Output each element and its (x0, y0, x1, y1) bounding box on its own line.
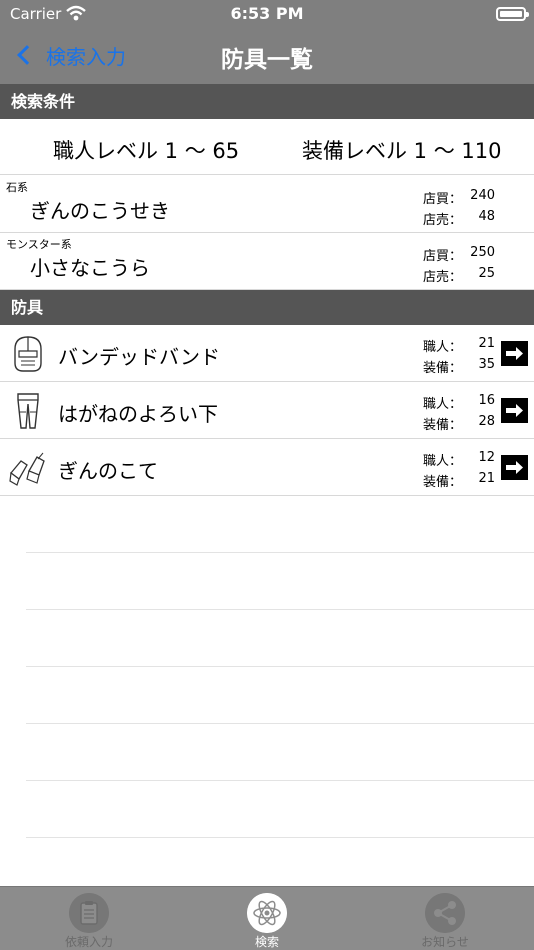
empty-row-separator (26, 837, 534, 838)
empty-row-separator (26, 609, 534, 610)
material-row[interactable]: 石系 ぎんのこうせき 店買： 240 店売： 48 (0, 176, 534, 233)
gauntlet-icon (9, 452, 45, 486)
empty-row-separator (26, 666, 534, 667)
empty-row-separator (26, 723, 534, 724)
top-bar: Carrier 6:53 PM 検索入力 防具一覧 (0, 0, 534, 84)
tab-bar: 依頼入力 検索 お知らせ (0, 886, 534, 950)
leg-armor-icon (17, 393, 39, 429)
tab-label: お知らせ (421, 935, 469, 949)
tab-search[interactable]: 検索 (178, 887, 356, 950)
material-category: モンスター系 (6, 238, 72, 251)
empty-row-separator (26, 552, 534, 553)
empty-row-separator (26, 780, 534, 781)
armor-row[interactable]: はがねのよろい下 職人： 16 装備： 28 (0, 382, 534, 439)
page-title: 防具一覧 (221, 47, 313, 73)
status-bar: Carrier 6:53 PM (0, 0, 534, 28)
search-section-header: 検索条件 (0, 84, 534, 119)
share-icon (425, 893, 465, 933)
tab-label: 依頼入力 (64, 935, 113, 949)
armor-name: ぎんのこて (58, 459, 158, 483)
material-name: 小さなこうら (30, 256, 150, 280)
material-row[interactable]: モンスター系 小さなこうら 店買： 250 店売： 25 (0, 233, 534, 290)
arrow-right-icon[interactable] (501, 341, 528, 366)
armor-row[interactable]: ぎんのこて 職人： 12 装備： 21 (0, 439, 534, 496)
craft-level-range: 職人レベル 1 〜 65 (53, 139, 240, 163)
arrow-right-icon[interactable] (501, 455, 528, 480)
clipboard-icon (69, 893, 109, 933)
armor-name: はがねのよろい下 (58, 402, 218, 426)
navigation-bar: 検索入力 防具一覧 (0, 28, 534, 84)
clock: 6:53 PM (230, 4, 304, 23)
level-range-row: 職人レベル 1 〜 65 装備レベル 1 〜 110 (0, 119, 534, 175)
armor-name: バンデッドバンド (58, 345, 220, 369)
tab-notices[interactable]: お知らせ (356, 887, 534, 950)
material-name: ぎんのこうせき (30, 199, 170, 223)
equip-level-range: 装備レベル 1 〜 110 (302, 139, 502, 163)
helmet-icon (14, 336, 42, 372)
arrow-right-icon[interactable] (501, 398, 528, 423)
material-category: 石系 (6, 181, 28, 194)
battery-icon (496, 7, 529, 21)
atom-icon (247, 893, 287, 933)
armor-row[interactable]: バンデッドバンド 職人： 21 装備： 35 (0, 325, 534, 382)
tab-label: 検索 (254, 935, 279, 949)
tab-request-input[interactable]: 依頼入力 (0, 887, 178, 950)
armor-section-header: 防具 (0, 290, 534, 325)
